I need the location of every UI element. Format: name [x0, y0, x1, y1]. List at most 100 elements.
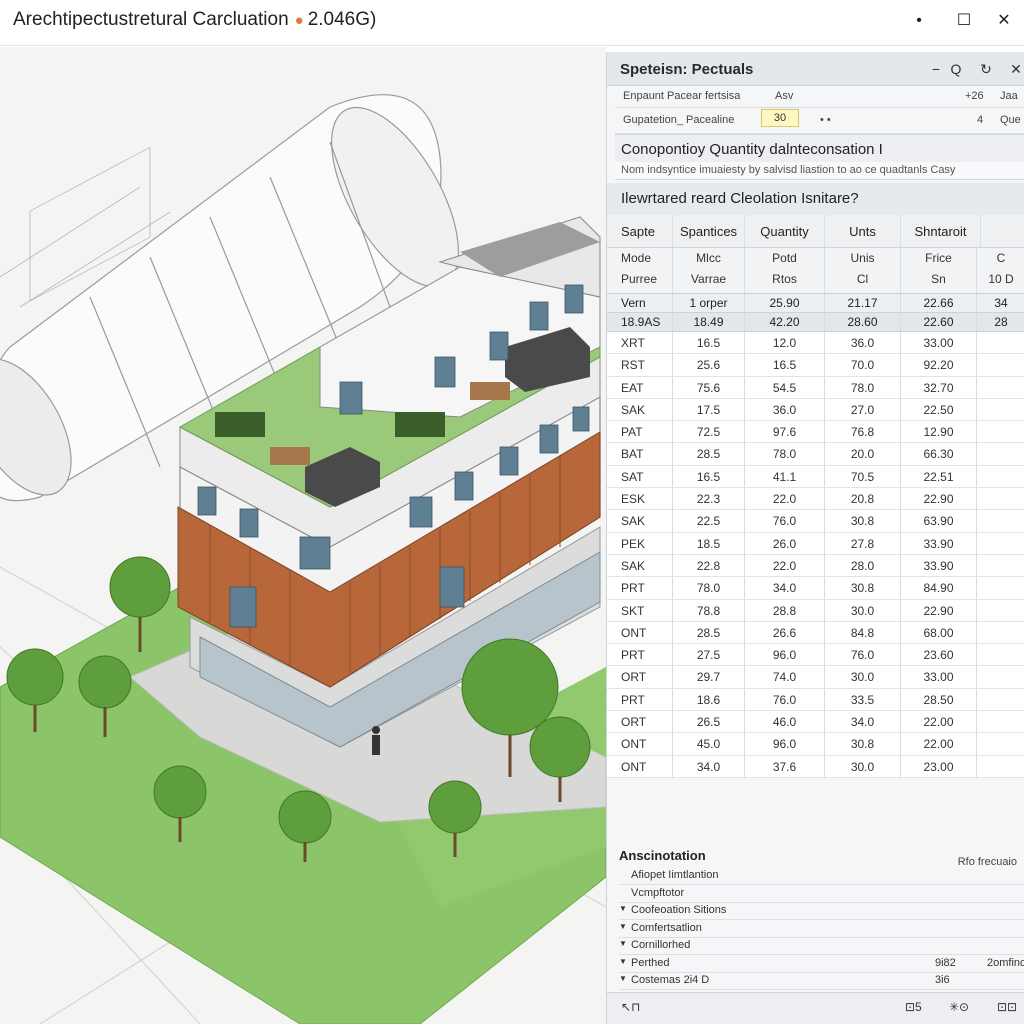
expand-triangle-icon[interactable]: ▼ — [619, 957, 631, 966]
annotation-item[interactable]: Afiopet Iimtlantion — [619, 867, 1024, 885]
expand-triangle-icon[interactable]: ▼ — [619, 922, 631, 931]
table-cell: 28.8 — [745, 599, 825, 621]
table-cell: 22.90 — [901, 488, 977, 510]
table-row[interactable]: PRT 78.0 34.0 30.8 84.90 — [607, 577, 1024, 600]
expand-triangle-icon[interactable]: ▼ — [619, 974, 631, 983]
table-cell: 96.0 — [745, 733, 825, 755]
property-extra2: Que — [1000, 114, 1021, 126]
table-cell: 28.0 — [825, 554, 901, 577]
table-cell: 30.0 — [825, 666, 901, 688]
table-cell-empty — [977, 332, 1024, 353]
table-row[interactable]: PAT 72.5 97.6 76.8 12.90 — [607, 421, 1024, 444]
table-row[interactable]: SAK 22.5 76.0 30.8 63.90 — [607, 510, 1024, 533]
quantity-table: Sapte Spantices Quantity Unts Shntaroit … — [607, 215, 1024, 778]
table-cell: 16.5 — [673, 332, 745, 354]
annotation-item[interactable]: ▼ Cornillorhed — [619, 937, 1024, 955]
minimize-button[interactable]: • — [904, 9, 934, 33]
table-cell: 22.90 — [901, 599, 977, 621]
table-cell: SKT — [607, 599, 673, 621]
table-row[interactable]: BAT 28.5 78.0 20.0 66.30 — [607, 443, 1024, 466]
table-cell: 25.90 — [745, 294, 825, 312]
column-header[interactable]: Quantity — [745, 215, 825, 247]
table-row[interactable]: ESK 22.3 22.0 20.8 22.90 — [607, 488, 1024, 511]
table-cell-empty — [977, 689, 1024, 710]
table-cell-empty — [977, 666, 1024, 687]
table-cell: 54.5 — [745, 376, 825, 398]
annotation-label: Coofeoation Sitions — [631, 904, 727, 916]
table-row[interactable]: XRT 16.5 12.0 36.0 33.00 — [607, 332, 1024, 355]
table-row[interactable]: PEK 18.5 26.0 27.8 33.90 — [607, 532, 1024, 555]
panel-minimize-button[interactable]: − — [925, 59, 947, 79]
table-cell: SAK — [607, 554, 673, 577]
table-row[interactable]: PRT 18.6 76.0 33.5 28.50 — [607, 688, 1024, 712]
table-cell: PRT — [607, 577, 673, 599]
property-value[interactable]: Asv — [775, 90, 793, 102]
property-input[interactable]: 30 — [761, 109, 799, 127]
table-cell: 34 — [994, 296, 1008, 310]
column-header[interactable]: Spantices — [673, 215, 745, 247]
table-cell-empty — [977, 711, 1024, 732]
annotation-item[interactable]: Vcmpftotor — [619, 885, 1024, 903]
table-cell: 41.1 — [745, 465, 825, 488]
column-header[interactable]: Shntaroit — [901, 215, 981, 247]
table-row[interactable]: EAT 75.6 54.5 78.0 32.70 — [607, 376, 1024, 399]
table-row[interactable]: RST 25.6 16.5 70.0 92.20 — [607, 354, 1024, 377]
view-tool-button[interactable]: ⊡5 — [905, 1000, 922, 1018]
table-cell-empty — [977, 421, 1024, 442]
annotation-item[interactable]: ▼ Coofeoation Sitions — [619, 902, 1024, 920]
panel-close-button[interactable]: ✕ — [1005, 59, 1024, 79]
table-cell: 74.0 — [745, 666, 825, 688]
table-cell: 16.5 — [673, 465, 745, 488]
cursor-tool-button[interactable]: ↖⊓ — [621, 1000, 640, 1018]
annotation-item[interactable]: ▼ Comfertsatlion — [619, 920, 1024, 938]
table-cell: 22.50 — [901, 398, 977, 421]
property-row: Gupatetion_ Pacealine 30 • • 4 Que — [615, 108, 1024, 134]
property-extra-mid: • • — [820, 114, 831, 126]
subheader-cell: Mode Purree — [607, 248, 673, 293]
section-subtitle: Nom indsyntice imuaiesty by salvisd lias… — [615, 162, 1024, 180]
table-row[interactable]: ONT 28.5 26.6 84.8 68.00 — [607, 621, 1024, 645]
panel-refresh-icon[interactable]: ↻ — [975, 59, 997, 79]
property-extra2: Jaa — [1000, 90, 1018, 102]
expand-triangle-icon[interactable]: ▼ — [619, 939, 631, 948]
column-header[interactable]: Unts — [825, 215, 901, 247]
expand-triangle-icon[interactable]: ▼ — [619, 904, 631, 913]
column-header[interactable]: Sapte — [607, 215, 673, 247]
table-row[interactable]: ONT 45.0 96.0 30.8 22.00 — [607, 733, 1024, 756]
maximize-button[interactable]: ☐ — [949, 9, 979, 33]
table-cell: RST — [607, 354, 673, 376]
annotation-label: Cornillorhed — [631, 939, 691, 951]
table-cell: 12.90 — [901, 421, 977, 443]
table-cell: 97.6 — [745, 421, 825, 443]
table-cell: 78.0 — [745, 443, 825, 465]
table-row[interactable]: SAK 22.8 22.0 28.0 33.90 — [607, 554, 1024, 578]
table-cell-empty — [977, 354, 1024, 375]
snap-tool-button[interactable]: ✳⊙ — [949, 1000, 969, 1018]
table-row[interactable]: SKT 78.8 28.8 30.0 22.90 — [607, 599, 1024, 622]
table-row[interactable]: ONT 34.0 37.6 30.0 23.00 — [607, 755, 1024, 778]
layout-tool-button[interactable]: ⊡⊡ — [997, 1000, 1017, 1018]
table-row[interactable]: ORT 29.7 74.0 30.0 33.00 — [607, 666, 1024, 689]
model-viewport[interactable] — [0, 47, 606, 1024]
table-row[interactable]: ORT 26.5 46.0 34.0 22.00 — [607, 711, 1024, 734]
close-button[interactable]: ✕ — [989, 9, 1019, 33]
table-cell: 45.0 — [673, 733, 745, 755]
table-cell: 36.0 — [745, 398, 825, 421]
summary-row[interactable]: Vern 1 orper 25.90 21.17 22.66 34 — [607, 294, 1024, 313]
table-cell: PRT — [607, 688, 673, 711]
table-cell: 78.0 — [825, 376, 901, 398]
summary-row[interactable]: 18.9AS 18.49 42.20 28.60 22.60 28 — [607, 313, 1024, 332]
panel-search-icon[interactable]: Q — [945, 59, 967, 79]
table-row[interactable]: SAT 16.5 41.1 70.5 22.51 — [607, 465, 1024, 489]
title-bar: Arechtipectustretural Carcluation ● 2.046G… — [0, 0, 1024, 46]
table-cell-empty — [977, 622, 1024, 643]
table-row[interactable]: SAK 17.5 36.0 27.0 22.50 — [607, 398, 1024, 422]
annotation-item[interactable]: ▼ Perthed 9i82 2omfinc — [619, 955, 1024, 973]
table-cell: 21.17 — [825, 294, 901, 312]
annotation-item[interactable]: ▼ Costemas 2i4 D 3i6 — [619, 972, 1024, 990]
table-cell: 28.5 — [673, 621, 745, 644]
table-cell: 27.5 — [673, 644, 745, 666]
table-cell: 26.0 — [745, 532, 825, 554]
table-row[interactable]: PRT 27.5 96.0 76.0 23.60 — [607, 644, 1024, 667]
column-header[interactable] — [977, 215, 1024, 247]
